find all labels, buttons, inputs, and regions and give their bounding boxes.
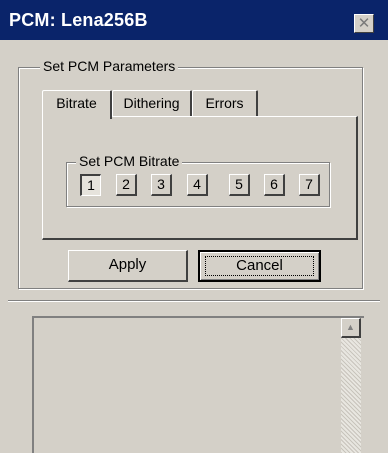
bitrate-button-2[interactable]: 2 bbox=[116, 174, 137, 196]
bitrate-button-5[interactable]: 5 bbox=[229, 174, 250, 196]
output-text-area[interactable] bbox=[32, 316, 364, 453]
bitrate-button-6[interactable]: 6 bbox=[264, 174, 285, 196]
bitrate-button-7[interactable]: 7 bbox=[299, 174, 320, 196]
tab-bitrate[interactable]: Bitrate bbox=[42, 90, 112, 119]
bitrate-button-4[interactable]: 4 bbox=[187, 174, 208, 196]
divider bbox=[8, 300, 380, 302]
arrow-up-icon: ▲ bbox=[346, 322, 355, 332]
bitrate-button-4-label: 4 bbox=[193, 176, 201, 192]
vertical-scrollbar[interactable] bbox=[341, 318, 361, 453]
apply-button[interactable]: Apply bbox=[68, 250, 188, 282]
bitrate-button-1-label: 1 bbox=[87, 177, 95, 193]
pcm-bitrate-legend: Set PCM Bitrate bbox=[76, 153, 183, 169]
tab-dithering[interactable]: Dithering bbox=[112, 90, 192, 116]
bitrate-button-3-label: 3 bbox=[157, 176, 165, 192]
close-icon: ✕ bbox=[357, 14, 371, 32]
tab-errors[interactable]: Errors bbox=[192, 90, 258, 116]
focus-indicator bbox=[205, 256, 314, 276]
bitrate-button-2-label: 2 bbox=[122, 176, 130, 192]
bitrate-button-3[interactable]: 3 bbox=[151, 174, 172, 196]
title-bar[interactable]: PCM: Lena256B ✕ bbox=[0, 0, 388, 40]
bitrate-button-7-label: 7 bbox=[305, 176, 313, 192]
tab-dithering-label: Dithering bbox=[123, 95, 180, 111]
bitrate-button-6-label: 6 bbox=[270, 176, 278, 192]
scroll-up-button[interactable]: ▲ bbox=[341, 318, 361, 338]
close-button[interactable]: ✕ bbox=[354, 14, 374, 33]
pcm-dialog-window: PCM: Lena256B ✕ Set PCM Parameters Bitra… bbox=[0, 0, 388, 453]
cancel-button[interactable]: Cancel bbox=[198, 250, 321, 282]
apply-button-label: Apply bbox=[108, 256, 147, 273]
tab-bitrate-label: Bitrate bbox=[56, 95, 97, 111]
bitrate-button-5-label: 5 bbox=[235, 176, 243, 192]
bitrate-button-1[interactable]: 1 bbox=[80, 174, 101, 196]
tab-errors-label: Errors bbox=[205, 95, 244, 111]
pcm-parameters-legend: Set PCM Parameters bbox=[40, 58, 179, 74]
window-title: PCM: Lena256B bbox=[9, 10, 148, 30]
